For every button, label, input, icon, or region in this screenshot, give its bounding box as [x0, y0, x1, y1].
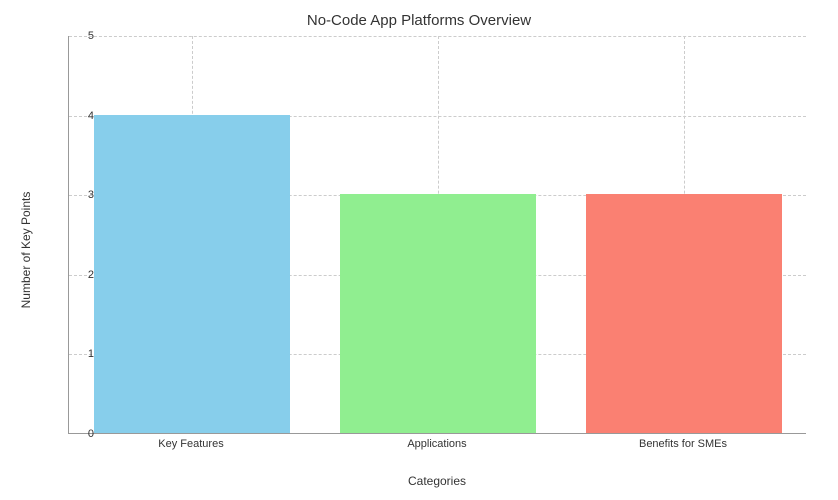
bar — [94, 115, 291, 433]
chart-title: No-Code App Platforms Overview — [0, 12, 838, 29]
plot-box — [68, 36, 806, 434]
y-axis-label: Number of Key Points — [19, 192, 33, 309]
y-tick-label: 5 — [70, 30, 94, 42]
y-tick-label: 4 — [70, 110, 94, 122]
x-tick-label: Benefits for SMEs — [639, 438, 727, 450]
chart-plot-area — [68, 36, 806, 434]
y-tick-label: 2 — [70, 269, 94, 281]
x-axis-label: Categories — [68, 474, 806, 488]
y-tick-label: 3 — [70, 189, 94, 201]
bar — [340, 194, 537, 433]
y-tick-label: 1 — [70, 348, 94, 360]
x-tick-label: Applications — [407, 438, 466, 450]
y-tick-label: 0 — [70, 428, 94, 440]
bar — [586, 194, 783, 433]
x-tick-label: Key Features — [158, 438, 223, 450]
